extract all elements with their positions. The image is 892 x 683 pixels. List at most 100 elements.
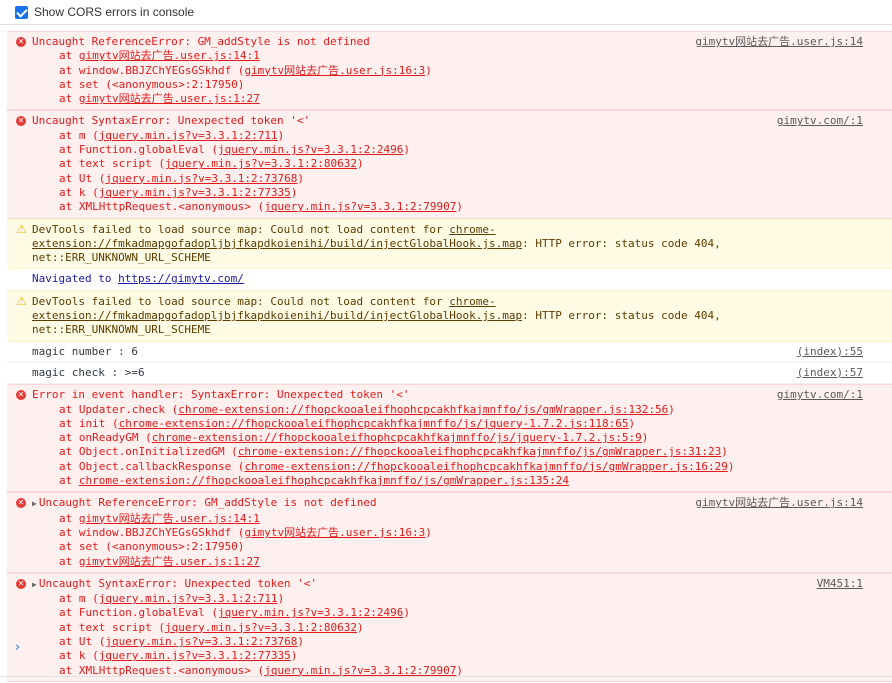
stack-frame-link[interactable]: jquery.min.js?v=3.3.1:2:73768	[105, 172, 297, 185]
message-text: Error in event handler: SyntaxError: Une…	[32, 388, 410, 402]
stack-frame: at gimytv网站去广告.user.js:1:27	[32, 92, 862, 106]
stack-frame-suffix: )	[290, 185, 298, 199]
stack-frame: at k (jquery.min.js?v=3.3.1:2:77335)	[32, 649, 862, 663]
stack-frame-link[interactable]: jquery.min.js?v=3.3.1:2:77335	[99, 649, 291, 662]
stack-frame: at set (<anonymous>:2:17950)	[32, 78, 862, 92]
stack-frame-link[interactable]: gimytv网站去广告.user.js:1:27	[79, 555, 260, 568]
stack-frame-link[interactable]: jquery.min.js?v=3.3.1:2:77335	[99, 186, 291, 199]
stack-frame-link[interactable]: gimytv网站去广告.user.js:1:27	[79, 92, 260, 105]
cors-label: Show CORS errors in console	[34, 5, 195, 19]
stack-frame-link[interactable]: chrome-extension://fhopckooaleifhophcpca…	[152, 431, 642, 444]
stack-frame-link[interactable]: jquery.min.js?v=3.3.1:2:711	[99, 592, 278, 605]
stack-frame-link[interactable]: gimytv网站去广告.user.js:14:1	[79, 512, 260, 525]
error-icon: ✕	[16, 116, 26, 127]
error-icon: ✕	[16, 37, 26, 47]
stack-frame-suffix: )	[721, 445, 728, 459]
stack-frame-text: at	[59, 49, 79, 63]
stack-frame-text: at XMLHttpRequest.<anonymous> (	[59, 200, 265, 214]
stack-frame-text: at	[59, 511, 79, 525]
stack-frame: at XMLHttpRequest.<anonymous> (jquery.mi…	[32, 200, 862, 214]
message-text: Navigated to	[32, 272, 119, 286]
stack-frame-text: at onReadyGM (	[59, 431, 152, 445]
stack-frame-text: at Object.onInitializedGM (	[59, 445, 238, 459]
stack-frame: at window.BBJZChYEGsGSkhdf (gimytv网站去广告.…	[32, 526, 862, 540]
warning-text: DevTools failed to load source map: Coul…	[32, 294, 450, 308]
expand-caret-icon[interactable]: ▶	[32, 580, 37, 589]
message-head: ▶ Uncaught SyntaxError: Unexpected token …	[32, 577, 862, 592]
stack-frame-text: at m (	[59, 592, 99, 606]
console-prompt[interactable]: ›	[15, 640, 20, 655]
stack-frame-link[interactable]: chrome-extension://fhopckooaleifhophcpca…	[244, 460, 727, 473]
message-text: DevTools failed to load source map: Coul…	[32, 223, 862, 266]
stack-frame: at Object.callbackResponse (chrome-exten…	[32, 460, 862, 474]
console-message-error: ✕ gimytv网站去广告.user.js:14 Uncaught Referenc…	[7, 31, 892, 111]
stack-frame-text: at text script (	[59, 620, 165, 634]
stack-frame-link[interactable]: gimytv网站去广告.user.js:16:3	[244, 526, 425, 539]
message-text: Uncaught ReferenceError: GM_addStyle is …	[32, 35, 370, 48]
stack-frame-text: at window.BBJZChYEGsGSkhdf (	[59, 63, 245, 77]
console-message-error: ✕ VM451:1 ▶ Uncaught SyntaxError: Unexpecte…	[7, 572, 892, 682]
stack-frame-text: at Function.globalEval (	[59, 606, 218, 620]
stack-frame: at gimytv网站去广告.user.js:14:1	[32, 49, 862, 63]
stack-frame-link[interactable]: gimytv网站去广告.user.js:16:3	[244, 64, 425, 77]
cors-checkbox[interactable]	[15, 5, 28, 19]
stack-frame-suffix: )	[357, 620, 364, 634]
stack-frame-suffix: )	[290, 649, 298, 663]
warning-text: DevTools failed to load source map: Coul…	[32, 222, 450, 236]
stack-frame-link[interactable]: jquery.min.js?v=3.3.1:2:80632	[165, 157, 357, 170]
stack-frame-text: at XMLHttpRequest.<anonymous> (	[59, 663, 265, 677]
stack-frame-text: at	[59, 474, 79, 488]
source-link[interactable]: gimytv网站去广告.user.js:14	[695, 496, 863, 510]
stack-frame-text: at	[59, 92, 79, 106]
stack-frame-text: at set (<anonymous>:2:17950)	[59, 540, 245, 554]
stack-frame-link[interactable]: jquery.min.js?v=3.3.1:2:79907	[264, 664, 456, 677]
stack-frame-link[interactable]: gimytv网站去广告.user.js:14:1	[79, 49, 260, 62]
console-messages: ✕ gimytv网站去广告.user.js:14 Uncaught Referenc…	[7, 31, 892, 682]
message-text: Uncaught ReferenceError: GM_addStyle is …	[38, 496, 377, 510]
stack-frame: at text script (jquery.min.js?v=3.3.1:2:…	[32, 157, 862, 171]
navigated-link[interactable]: https://gimytv.com/	[118, 272, 244, 285]
source-link[interactable]: gimytv网站去广告.user.js:14	[695, 35, 863, 49]
stack-frame: at text script (jquery.min.js?v=3.3.1:2:…	[32, 621, 862, 635]
stack-frame-link[interactable]: jquery.min.js?v=3.3.1:2:80632	[165, 621, 357, 634]
stack-frame-link[interactable]: jquery.min.js?v=3.3.1:2:73768	[105, 635, 297, 648]
stack-frame-link[interactable]: jquery.min.js?v=3.3.1:2:79907	[264, 200, 456, 213]
stack-frame-link[interactable]: jquery.min.js?v=3.3.1:2:2496	[218, 606, 403, 619]
stack-frame-text: at	[59, 554, 79, 568]
console-message-error: ✕ gimytv.com/:1 Error in event handler: Sy…	[7, 384, 892, 493]
stack-frame-suffix: )	[628, 416, 636, 430]
stack-frame-link[interactable]: chrome-extension://fhopckooaleifhophcpca…	[238, 445, 721, 458]
stack-frame-text: at Function.globalEval (	[59, 143, 218, 157]
stack-frame-text: at set (<anonymous>:2:17950)	[59, 77, 245, 91]
message-text: Uncaught SyntaxError: Unexpected token '…	[38, 576, 317, 590]
stack-frame-suffix: )	[403, 606, 411, 620]
source-link[interactable]: VM451:1	[817, 577, 863, 591]
stack-frame: at set (<anonymous>:2:17950)	[32, 540, 862, 554]
stack-frame-link[interactable]: chrome-extension://fhopckooaleifhophcpca…	[119, 417, 629, 430]
source-link[interactable]: gimytv.com/:1	[777, 114, 863, 128]
error-icon: ✕	[16, 578, 26, 589]
source-link[interactable]: (index):55	[797, 345, 863, 359]
stack-frame-text: at m (	[59, 128, 99, 142]
stack-frame-text: at text script (	[59, 157, 165, 171]
stack-frame-suffix: )	[641, 431, 649, 445]
source-link[interactable]: gimytv.com/:1	[777, 388, 863, 402]
stack-frame-suffix: )	[277, 128, 285, 142]
stack-frame-suffix: )	[668, 402, 675, 416]
console-toolbar: Show CORS errors in console	[0, 0, 892, 25]
console-message-error: ✕ gimytv网站去广告.user.js:14 ▶ Uncaught Referen…	[7, 492, 892, 573]
stack-frame-link[interactable]: jquery.min.js?v=3.3.1:2:711	[99, 129, 278, 142]
stack-frame-text: at k (	[59, 649, 99, 663]
stack-frame-link[interactable]: jquery.min.js?v=3.3.1:2:2496	[218, 143, 403, 156]
stack-frame-suffix: )	[277, 592, 285, 606]
stack-frame: at Object.onInitializedGM (chrome-extens…	[32, 445, 862, 459]
stack-frame-link[interactable]: chrome-extension://fhopckooaleifhophcpca…	[178, 403, 668, 416]
stack-frame-link[interactable]: chrome-extension://fhopckooaleifhophcpca…	[79, 474, 569, 487]
message-head: Uncaught SyntaxError: Unexpected token '…	[32, 114, 862, 128]
expand-caret-icon[interactable]: ▶	[32, 499, 37, 508]
stack-frame: at init (chrome-extension://fhopckooalei…	[32, 417, 862, 431]
source-link[interactable]: (index):57	[797, 366, 863, 380]
stack-frame-suffix: )	[357, 157, 364, 171]
warning-icon: ⚠	[16, 221, 27, 236]
error-icon: ✕	[16, 390, 26, 401]
